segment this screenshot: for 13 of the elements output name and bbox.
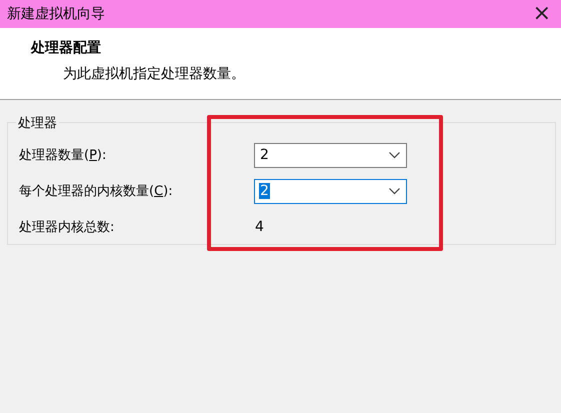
dropdown-field[interactable]: 2	[254, 178, 407, 204]
field-label: 处理器内核总数:	[19, 219, 116, 236]
close-button[interactable]: ×	[528, 3, 555, 25]
field-label: 处理器数量(P):	[19, 147, 108, 164]
chevron-down-icon	[389, 152, 400, 158]
field-label: 每个处理器的内核数量(C):	[19, 183, 174, 200]
page-subtitle: 为此虚拟机指定处理器数量。	[62, 65, 246, 83]
page-title: 处理器配置	[31, 39, 102, 57]
total-value: 4	[254, 219, 265, 235]
dropdown-field[interactable]: 2	[254, 142, 407, 168]
chevron-down-icon	[389, 188, 400, 194]
window-title: 新建虚拟机向导	[7, 5, 105, 23]
group-legend: 处理器	[16, 114, 59, 132]
